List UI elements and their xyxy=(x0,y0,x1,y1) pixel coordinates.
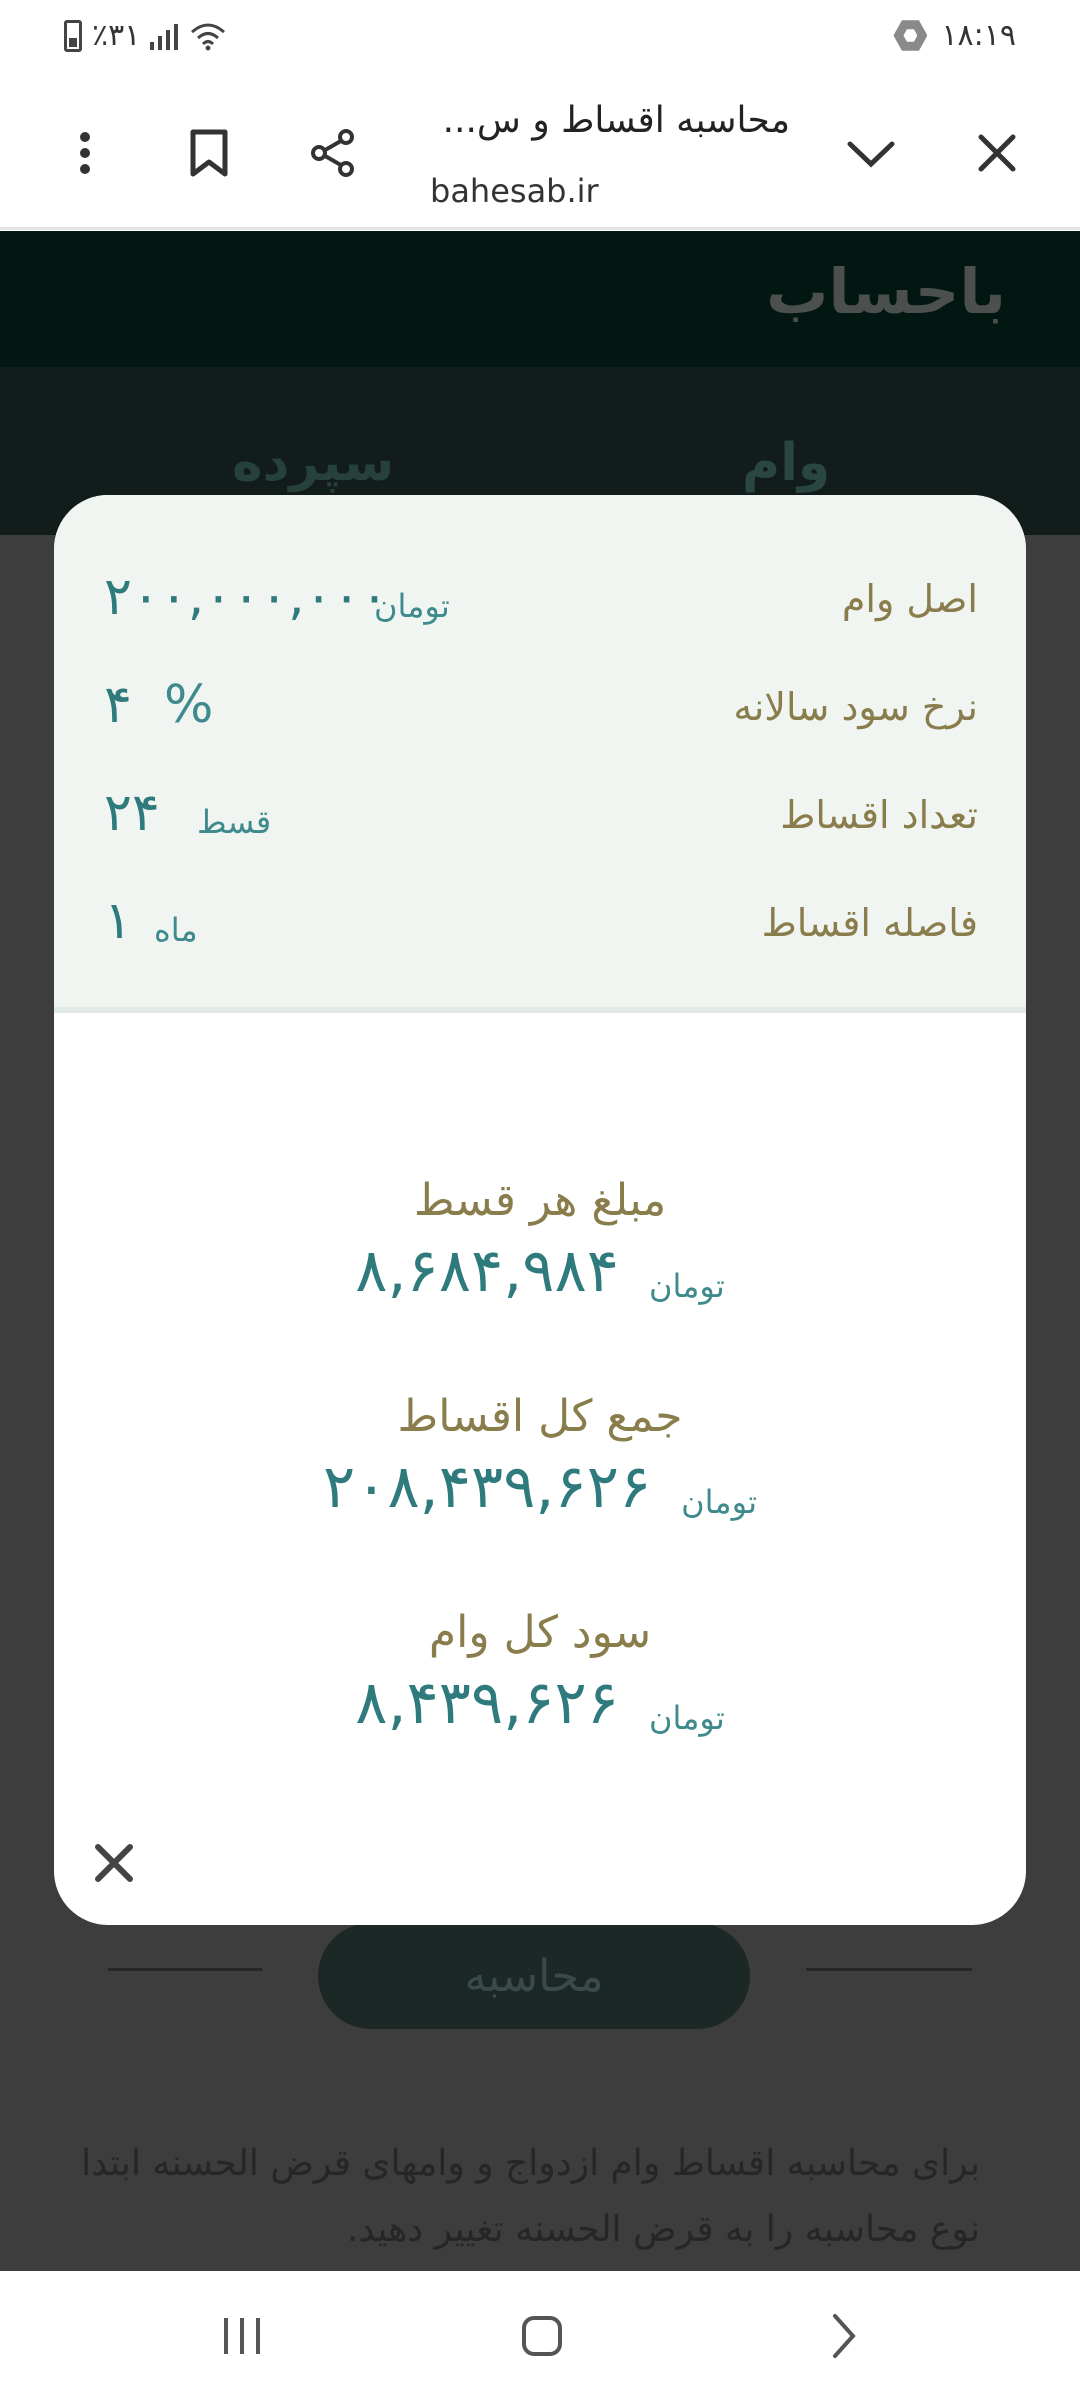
result-label: سود کل وام xyxy=(428,1607,652,1658)
app-notification-icon xyxy=(893,20,928,51)
status-bar: ٪۳۱ ۱۸:۱۹ xyxy=(0,0,1080,78)
calculate-button[interactable]: محاسبه xyxy=(318,1923,750,2029)
result-value: ۸,۶۸۴,۹۸۴ xyxy=(355,1236,619,1306)
result-unit: تومان xyxy=(648,1699,725,1737)
screen: ٪۳۱ ۱۸:۱۹ محاسبه اقساط و س... bahesab.ir… xyxy=(0,0,1080,2400)
home-icon[interactable] xyxy=(512,2306,572,2366)
result-value: ۲۰۸,۴۳۹,۶۲۶ xyxy=(322,1452,652,1522)
close-tab-icon[interactable] xyxy=(962,118,1032,188)
result-unit: تومان xyxy=(648,1267,725,1305)
bookmark-icon[interactable] xyxy=(174,118,244,188)
status-right: ۱۸:۱۹ xyxy=(893,18,1016,53)
result-value: ۸,۴۳۹,۶۲۶ xyxy=(355,1668,619,1738)
chevron-down-icon[interactable] xyxy=(836,118,906,188)
clock: ۱۸:۱۹ xyxy=(941,18,1016,53)
summary-value: ۲۰۰,۰۰۰,۰۰۰ xyxy=(104,567,389,627)
page-description: برای محاسبه اقساط وام ازدواج و وامهای قر… xyxy=(81,2143,980,2250)
result-installment: مبلغ هر قسط ۸,۶۸۴,۹۸۴ تومان xyxy=(54,1175,1026,1326)
wifi-icon xyxy=(191,23,226,50)
result-line: ۸,۴۳۹,۶۲۶ تومان xyxy=(54,1668,1026,1758)
summary-row: نرخ سود سالانه ۴ % xyxy=(54,669,1026,749)
summary-row: اصل وام ۲۰۰,۰۰۰,۰۰۰ تومان xyxy=(54,561,1026,641)
more-options-icon[interactable] xyxy=(50,118,120,188)
site-header: باحساب xyxy=(0,231,1080,367)
summary-label: فاصله اقساط xyxy=(761,901,978,945)
summary-value: ۲۴ xyxy=(104,783,160,843)
result-label: جمع کل اقساط xyxy=(397,1391,683,1442)
status-left: ٪۳۱ xyxy=(64,18,228,53)
divider-left xyxy=(108,1968,262,1971)
tab-loan[interactable]: وام xyxy=(742,433,830,493)
loan-summary: اصل وام ۲۰۰,۰۰۰,۰۰۰ تومان نرخ سود سالانه… xyxy=(54,495,1026,1013)
share-icon[interactable] xyxy=(298,118,368,188)
battery-percent: ٪۳۱ xyxy=(92,18,141,53)
close-icon[interactable] xyxy=(84,1833,144,1893)
browser-toolbar: محاسبه اقساط و س... bahesab.ir xyxy=(0,78,1080,230)
battery-icon xyxy=(64,19,82,52)
summary-label: نرخ سود سالانه xyxy=(733,685,978,729)
summary-unit: ماه xyxy=(154,911,198,949)
navigation-bar xyxy=(0,2272,1080,2400)
result-label: مبلغ هر قسط xyxy=(413,1175,667,1226)
summary-label: تعداد اقساط xyxy=(780,793,978,837)
page-url[interactable]: bahesab.ir xyxy=(430,172,599,210)
tab-deposit[interactable]: سپرده xyxy=(232,433,394,493)
result-line: ۲۰۸,۴۳۹,۶۲۶ تومان xyxy=(54,1452,1026,1542)
summary-row: فاصله اقساط ۱ ماه xyxy=(54,885,1026,965)
signal-icon xyxy=(150,22,179,50)
result-line: ۸,۶۸۴,۹۸۴ تومان xyxy=(54,1236,1026,1326)
page-title[interactable]: محاسبه اقساط و س... xyxy=(430,100,790,141)
back-icon[interactable] xyxy=(814,2306,874,2366)
summary-value: ۱ xyxy=(104,891,132,951)
summary-unit: تومان xyxy=(374,587,450,625)
summary-label: اصل وام xyxy=(841,577,978,621)
summary-row: تعداد اقساط ۲۴ قسط xyxy=(54,777,1026,857)
summary-unit: قسط xyxy=(197,803,272,841)
summary-unit: % xyxy=(164,675,214,735)
site-logo: باحساب xyxy=(766,255,1006,328)
summary-value: ۴ xyxy=(104,675,132,735)
result-total: جمع کل اقساط ۲۰۸,۴۳۹,۶۲۶ تومان xyxy=(54,1391,1026,1542)
result-unit: تومان xyxy=(681,1483,757,1521)
results-modal: اصل وام ۲۰۰,۰۰۰,۰۰۰ تومان نرخ سود سالانه… xyxy=(54,495,1026,1925)
recent-apps-icon[interactable] xyxy=(212,2306,272,2366)
result-interest: سود کل وام ۸,۴۳۹,۶۲۶ تومان xyxy=(54,1607,1026,1758)
divider-right xyxy=(806,1968,972,1971)
